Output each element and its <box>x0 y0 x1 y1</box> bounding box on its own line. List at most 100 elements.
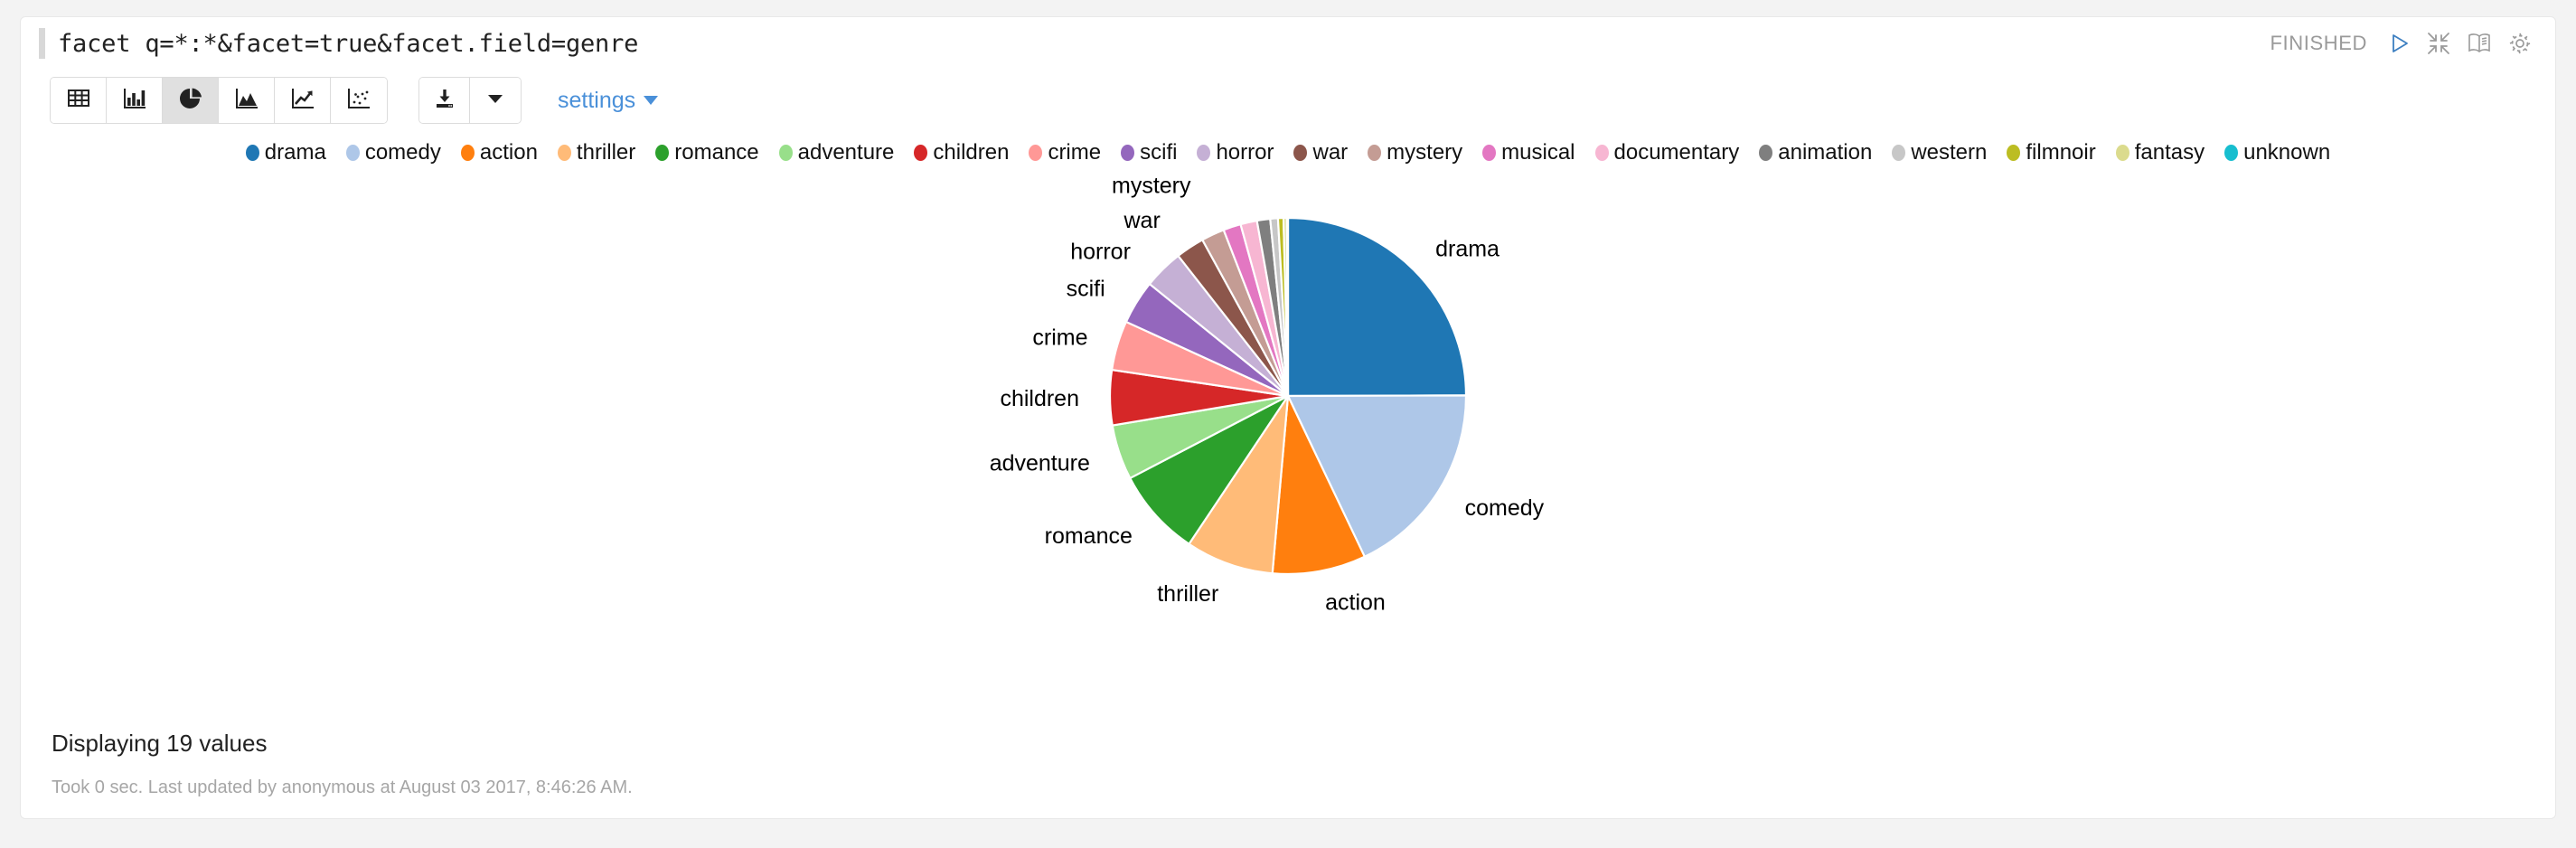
bar-chart-icon <box>123 88 146 114</box>
chart-legend: drama comedy action thriller romance adventur… <box>21 126 2555 165</box>
legend-item-label: adventure <box>797 140 895 165</box>
legend-color-swatch <box>655 145 670 161</box>
settings-label: settings <box>558 87 636 113</box>
legend-item-label: fantasy <box>2134 140 2205 165</box>
pie-slice-label: war <box>1123 208 1161 233</box>
legend-item[interactable]: action <box>460 140 538 165</box>
legend-color-swatch <box>2115 145 2129 161</box>
legend-item-label: unknown <box>2243 140 2331 165</box>
code-text[interactable]: facet q=*:*&facet=true&facet.field=genre <box>58 30 638 58</box>
legend-item[interactable]: animation <box>1759 140 1872 165</box>
chart-area: drama comedy action thriller romance adventur… <box>21 165 2555 636</box>
legend-item[interactable]: children <box>914 140 1009 165</box>
legend-item-label: war <box>1312 140 1349 165</box>
legend-color-swatch <box>245 145 259 161</box>
legend-item[interactable]: mystery <box>1368 140 1462 165</box>
legend-item-label: scifi <box>1140 140 1178 165</box>
table-view-button[interactable] <box>51 78 107 123</box>
legend-color-swatch <box>557 145 571 161</box>
legend-color-swatch <box>1594 145 1609 161</box>
line-chart-icon <box>291 88 315 114</box>
area-chart-icon <box>235 88 259 114</box>
bar-chart-button[interactable] <box>107 78 163 123</box>
legend-item[interactable]: adventure <box>778 140 895 165</box>
scatter-chart-button[interactable] <box>331 78 387 123</box>
legend-item-label: mystery <box>1387 140 1463 165</box>
legend-color-swatch <box>1482 145 1497 161</box>
legend-item-label: crime <box>1048 140 1102 165</box>
legend-item[interactable]: musical <box>1482 140 1575 165</box>
play-icon[interactable] <box>2387 32 2411 55</box>
legend-color-swatch <box>914 145 928 161</box>
legend-item[interactable]: scifi <box>1121 140 1177 165</box>
book-icon[interactable] <box>2467 32 2492 55</box>
chevron-down-icon <box>486 92 504 109</box>
table-icon <box>67 89 89 113</box>
legend-color-swatch <box>460 145 475 161</box>
legend-color-swatch <box>1197 145 1211 161</box>
legend-item-label: children <box>933 140 1010 165</box>
legend-color-swatch <box>778 145 793 161</box>
legend-item[interactable]: drama <box>245 140 326 165</box>
code-editor-row[interactable]: facet q=*:*&facet=true&facet.field=genre… <box>21 17 2555 70</box>
settings-toggle[interactable]: settings <box>558 87 659 114</box>
legend-item[interactable]: thriller <box>557 140 636 165</box>
legend-color-swatch <box>2007 145 2021 161</box>
legend-item-label: western <box>1911 140 1988 165</box>
legend-item-label: musical <box>1501 140 1575 165</box>
legend-item[interactable]: war <box>1293 140 1348 165</box>
legend-item-label: thriller <box>576 140 636 165</box>
paragraph-panel: facet q=*:*&facet=true&facet.field=genre… <box>20 16 2556 819</box>
scatter-chart-icon <box>347 88 371 114</box>
viz-type-button-group <box>50 77 388 124</box>
visualization-toolbar: settings <box>21 70 2555 126</box>
editor-cursor <box>39 28 45 59</box>
pie-chart[interactable]: drama comedy action thriller romance adventur… <box>700 165 1876 636</box>
chevron-down-icon <box>644 96 659 105</box>
legend-item[interactable]: horror <box>1197 140 1274 165</box>
displaying-count: Displaying 19 values <box>52 730 268 757</box>
pie-chart-icon <box>179 87 202 115</box>
pie-slice-label: horror <box>1070 239 1131 264</box>
legend-item[interactable]: comedy <box>345 140 441 165</box>
pie-slice-label: thriller <box>1157 581 1218 607</box>
download-dropdown-button[interactable] <box>470 78 521 123</box>
legend-item-label: action <box>479 140 538 165</box>
legend-color-swatch <box>1368 145 1382 161</box>
legend-item-label: drama <box>264 140 326 165</box>
pie-slice-label: children <box>1000 386 1079 411</box>
legend-color-swatch <box>1892 145 1906 161</box>
legend-item-label: romance <box>674 140 759 165</box>
legend-item[interactable]: crime <box>1029 140 1101 165</box>
legend-item[interactable]: documentary <box>1594 140 1740 165</box>
paragraph-footer: Displaying 19 values Took 0 sec. Last up… <box>21 730 2555 818</box>
download-button[interactable] <box>419 78 470 123</box>
pie-slice-label: mystery <box>1112 174 1191 199</box>
legend-item[interactable]: romance <box>655 140 759 165</box>
legend-item[interactable]: fantasy <box>2115 140 2205 165</box>
legend-item[interactable]: unknown <box>2224 140 2330 165</box>
gear-icon[interactable] <box>2508 32 2532 55</box>
download-icon <box>434 88 456 114</box>
line-chart-button[interactable] <box>275 78 331 123</box>
paragraph-meta: Took 0 sec. Last updated by anonymous at… <box>52 777 633 797</box>
pie-chart-button[interactable] <box>163 78 219 123</box>
pie-slice-label: comedy <box>1465 495 1545 521</box>
legend-item-label: documentary <box>1613 140 1740 165</box>
minimize-icon[interactable] <box>2427 32 2450 55</box>
download-button-group <box>418 77 522 124</box>
legend-color-swatch <box>1759 145 1773 161</box>
legend-color-swatch <box>2224 145 2239 161</box>
area-chart-button[interactable] <box>219 78 275 123</box>
legend-item[interactable]: filmnoir <box>2007 140 2096 165</box>
legend-color-swatch <box>1121 145 1135 161</box>
page-root: facet q=*:*&facet=true&facet.field=genre… <box>0 0 2576 848</box>
paragraph-header-controls: FINISHED <box>2270 17 2532 70</box>
legend-item[interactable]: western <box>1892 140 1987 165</box>
pie-slice-label: scifi <box>1067 276 1105 301</box>
pie-slice[interactable] <box>1285 216 1290 397</box>
legend-color-swatch <box>1029 145 1043 161</box>
pie-slice-label: crime <box>1032 325 1087 350</box>
pie-slice-label: romance <box>1045 523 1133 549</box>
legend-color-swatch <box>1293 145 1308 161</box>
